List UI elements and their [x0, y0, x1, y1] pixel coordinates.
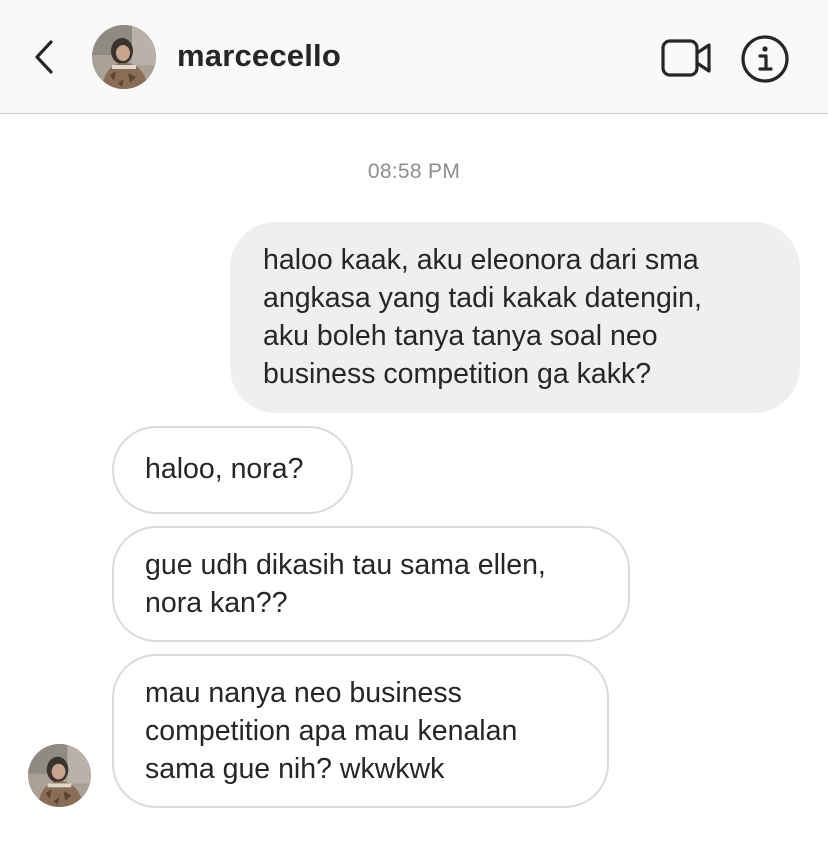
message-text-line: business competition ga kakk? [263, 358, 652, 390]
message-timestamp: 08:58 PM [367, 160, 461, 183]
message-text-line: aku boleh tanya tanya soal neo [263, 320, 658, 352]
chevron-left-icon [35, 40, 53, 74]
received-message-bubble[interactable]: mau nanya neo business competition apa m… [112, 654, 609, 808]
chat-header: marcecello [0, 0, 828, 114]
message-text-line: haloo kaak, aku eleonora dari sma [263, 244, 699, 276]
avatar-photo [92, 25, 156, 89]
received-message-bubble[interactable]: haloo, nora? [112, 426, 353, 514]
video-call-button[interactable] [660, 38, 714, 78]
avatar[interactable] [92, 25, 156, 89]
avatar-photo [28, 744, 91, 807]
back-button[interactable] [28, 34, 62, 80]
sender-avatar[interactable] [28, 744, 91, 807]
message-text-line: angkasa yang tadi kakak datengin, [263, 282, 702, 314]
message-text-line: nora kan?? [145, 587, 288, 619]
info-circle-icon [741, 35, 789, 83]
message-text-line: sama gue nih? wkwkwk [145, 753, 445, 785]
received-message-bubble[interactable]: gue udh dikasih tau sama ellen, nora kan… [112, 526, 630, 642]
message-text-line: gue udh dikasih tau sama ellen, [145, 549, 546, 581]
chat-username[interactable]: marcecello [177, 38, 341, 74]
info-button[interactable] [740, 34, 790, 84]
message-text-line: haloo, nora? [145, 453, 304, 485]
video-camera-icon [661, 39, 711, 77]
message-text-line: competition apa mau kenalan [145, 715, 518, 747]
message-text-line: mau nanya neo business [145, 677, 462, 709]
sent-message-bubble[interactable]: haloo kaak, aku eleonora dari sma angkas… [230, 222, 800, 413]
